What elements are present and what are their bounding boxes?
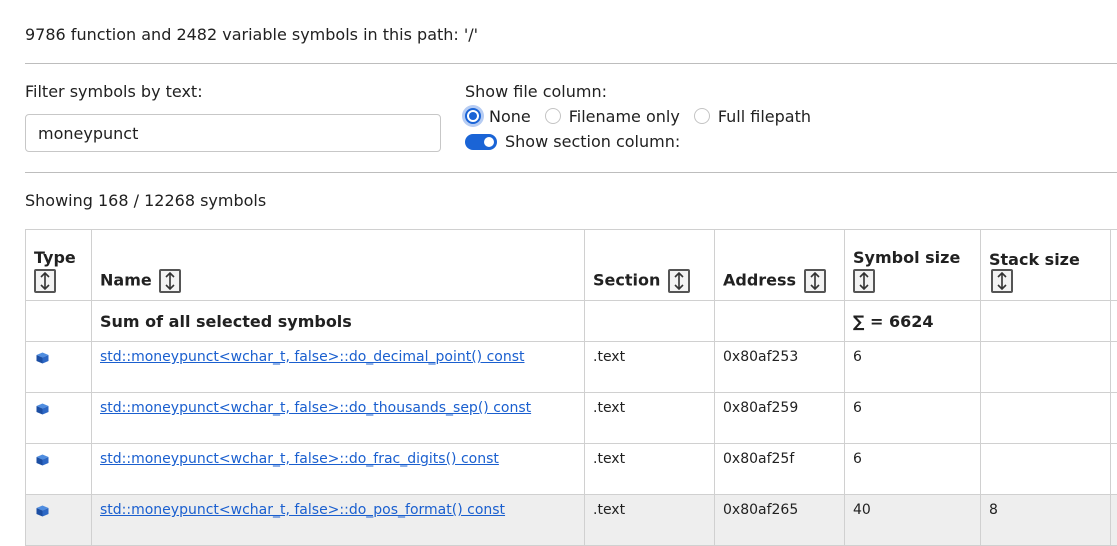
header-symbol-size: Symbol size	[845, 230, 981, 301]
address-cell: 0x80af259	[715, 393, 845, 444]
table-row: std::moneypunct<wchar_t, false>::do_frac…	[26, 444, 1117, 495]
symbol-size-cell: 6	[845, 342, 981, 393]
radio-label-none: None	[489, 107, 531, 126]
filter-input[interactable]	[25, 114, 441, 152]
header-address-label: Address	[723, 271, 796, 290]
header-type-label: Type	[34, 248, 83, 267]
radio-option-filename-only[interactable]: Filename only	[545, 107, 680, 126]
name-cell: std::moneypunct<wchar_t, false>::do_thou…	[92, 393, 585, 444]
sum-section-cell	[585, 301, 715, 342]
address-cell: 0x80af25f	[715, 444, 845, 495]
name-cell: std::moneypunct<wchar_t, false>::do_deci…	[92, 342, 585, 393]
stack-size-cell: 8	[981, 495, 1111, 546]
type-cell	[26, 393, 92, 444]
header-section: Section	[585, 230, 715, 301]
section-cell: .text	[585, 444, 715, 495]
symbol-size-cell: 40	[845, 495, 981, 546]
section-cell: .text	[585, 342, 715, 393]
function-cube-icon	[36, 454, 49, 466]
sort-arrows-icon	[859, 272, 869, 290]
radio-button-filename-only[interactable]	[545, 108, 561, 124]
stack-size-cell	[981, 342, 1111, 393]
sort-arrows-icon	[810, 272, 820, 290]
table-row: std::moneypunct<wchar_t, false>::do_deci…	[26, 342, 1117, 393]
filter-label: Filter symbols by text:	[25, 82, 203, 101]
sort-arrows-icon	[165, 272, 175, 290]
sort-type-button[interactable]	[34, 269, 56, 293]
symbols-table: Type Name Section Address	[25, 229, 1117, 546]
radio-button-none[interactable]	[465, 108, 481, 124]
sort-arrows-icon	[40, 272, 50, 290]
sort-stack-size-button[interactable]	[991, 269, 1013, 293]
radio-button-full-filepath[interactable]	[694, 108, 710, 124]
table-header-row: Type Name Section Address	[26, 230, 1117, 301]
sum-symbol-size: ∑ = 6624	[845, 301, 981, 342]
sort-arrows-icon	[674, 272, 684, 290]
symbol-link[interactable]: std::moneypunct<wchar_t, false>::do_deci…	[100, 349, 524, 365]
file-column-label: Show file column:	[465, 82, 607, 101]
symbol-link[interactable]: std::moneypunct<wchar_t, false>::do_frac…	[100, 451, 499, 467]
header-overflow	[1111, 230, 1117, 301]
header-type: Type	[26, 230, 92, 301]
file-column-radio-group: None Filename only Full filepath	[465, 106, 825, 126]
sort-symbol-size-button[interactable]	[853, 269, 875, 293]
radio-label-filename-only: Filename only	[569, 107, 680, 126]
section-column-toggle-row: Show section column:	[465, 132, 680, 151]
header-symbol-size-label: Symbol size	[853, 248, 972, 267]
section-column-label: Show section column:	[505, 132, 680, 151]
address-cell: 0x80af253	[715, 342, 845, 393]
sum-label: Sum of all selected symbols	[92, 301, 585, 342]
radio-label-full-filepath: Full filepath	[718, 107, 811, 126]
sum-address-cell	[715, 301, 845, 342]
symbol-link[interactable]: std::moneypunct<wchar_t, false>::do_thou…	[100, 400, 531, 416]
symbol-count-summary: 9786 function and 2482 variable symbols …	[25, 25, 478, 44]
name-cell: std::moneypunct<wchar_t, false>::do_frac…	[92, 444, 585, 495]
showing-count: Showing 168 / 12268 symbols	[25, 191, 266, 210]
symbol-size-cell: 6	[845, 444, 981, 495]
header-name-label: Name	[100, 271, 152, 290]
header-address: Address	[715, 230, 845, 301]
type-cell	[26, 444, 92, 495]
stack-size-cell	[981, 393, 1111, 444]
section-cell: .text	[585, 393, 715, 444]
table-row: std::moneypunct<wchar_t, false>::do_pos_…	[26, 495, 1117, 546]
type-cell	[26, 342, 92, 393]
address-cell: 0x80af265	[715, 495, 845, 546]
function-cube-icon	[36, 352, 49, 364]
sort-section-button[interactable]	[668, 269, 690, 293]
name-cell: std::moneypunct<wchar_t, false>::do_pos_…	[92, 495, 585, 546]
stack-size-cell	[981, 444, 1111, 495]
function-cube-icon	[36, 505, 49, 517]
header-stack-size-label: Stack size	[989, 250, 1080, 269]
symbol-size-cell: 6	[845, 393, 981, 444]
header-stack-size: Stack size	[981, 230, 1111, 301]
section-column-toggle[interactable]	[465, 134, 497, 150]
header-section-label: Section	[593, 271, 660, 290]
symbol-link[interactable]: std::moneypunct<wchar_t, false>::do_pos_…	[100, 502, 505, 518]
table-row: std::moneypunct<wchar_t, false>::do_thou…	[26, 393, 1117, 444]
divider	[25, 172, 1117, 173]
type-cell	[26, 495, 92, 546]
sum-row: Sum of all selected symbols ∑ = 6624	[26, 301, 1117, 342]
sort-name-button[interactable]	[159, 269, 181, 293]
sum-type-cell	[26, 301, 92, 342]
header-name: Name	[92, 230, 585, 301]
sort-arrows-icon	[997, 272, 1007, 290]
radio-option-full-filepath[interactable]: Full filepath	[694, 107, 811, 126]
sort-address-button[interactable]	[804, 269, 826, 293]
section-cell: .text	[585, 495, 715, 546]
sum-stack-size-cell	[981, 301, 1111, 342]
divider	[25, 63, 1117, 64]
function-cube-icon	[36, 403, 49, 415]
radio-option-none[interactable]: None	[465, 107, 531, 126]
